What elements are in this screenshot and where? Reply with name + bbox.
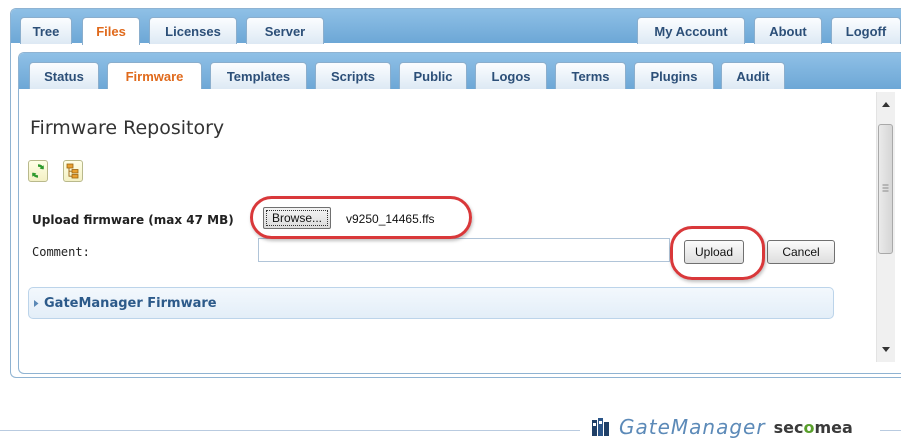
tab-terms[interactable]: Terms [555,62,626,89]
footer-divider [0,430,580,431]
tab-plugins[interactable]: Plugins [634,62,714,89]
tab-scripts[interactable]: Scripts [315,62,391,89]
tab-my-account[interactable]: My Account [637,17,745,44]
tab-templates[interactable]: Templates [210,62,307,89]
tab-files[interactable]: Files [82,17,140,45]
product-name: GateManager [619,415,766,439]
gatemanager-logo-icon [592,418,609,436]
tab-audit[interactable]: Audit [721,62,785,89]
upload-highlight-annotation [670,226,765,280]
tab-about[interactable]: About [754,17,822,44]
refresh-icon[interactable] [28,160,48,182]
tab-public[interactable]: Public [399,62,467,89]
tab-firmware[interactable]: Firmware [107,62,202,90]
tab-licenses[interactable]: Licenses [149,17,237,44]
branding-logo: GateManager secomea [591,414,853,440]
cancel-button[interactable]: Cancel [767,240,835,264]
comment-label: Comment: [32,245,90,259]
scroll-up-arrow-icon[interactable] [876,95,895,113]
tree-view-icon[interactable] [63,160,83,182]
page-title: Firmware Repository [30,117,225,139]
expand-caret-icon[interactable] [31,298,41,308]
tab-logoff[interactable]: Logoff [831,17,901,44]
comment-input[interactable] [258,238,670,262]
tab-status[interactable]: Status [29,62,99,89]
tab-tree[interactable]: Tree [20,17,72,44]
section-title[interactable]: GateManager Firmware [44,296,217,311]
tab-server[interactable]: Server [246,17,324,44]
footer-divider-right [880,430,901,431]
tab-logos[interactable]: Logos [475,62,547,89]
browse-highlight-annotation [250,196,472,239]
scroll-down-arrow-icon[interactable] [876,341,895,359]
company-name: secomea [773,417,853,437]
upload-firmware-label: Upload firmware (max 47 MB) [32,213,234,227]
scrollbar-thumb[interactable] [878,124,893,254]
